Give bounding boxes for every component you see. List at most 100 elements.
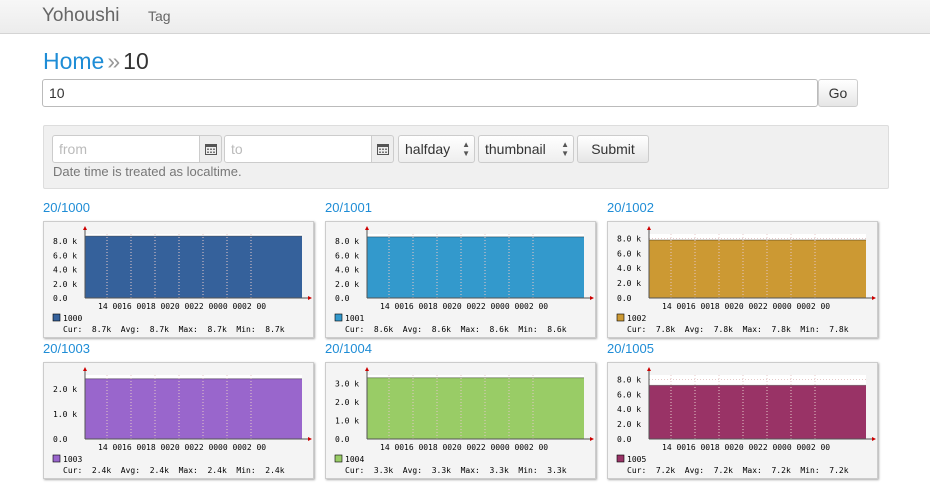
y-tick-label: 4.0 k <box>617 264 641 273</box>
search-input[interactable] <box>42 79 818 107</box>
y-tick-label: 0.0 <box>53 294 68 303</box>
y-tick-label: 0.0 <box>335 435 350 444</box>
select-arrows-icon: ▲ ▼ <box>462 140 470 158</box>
y-tick-label: 0.0 <box>335 294 350 303</box>
calendar-icon[interactable] <box>372 135 394 163</box>
submit-button[interactable]: Submit <box>577 135 649 163</box>
brand-link[interactable]: Yohoushi <box>42 5 119 27</box>
graph-chart: 0.0 2.0 k 4.0 k 6.0 k 8.0 k 14 00 16 00 18 00 20… <box>616 367 876 475</box>
graph-thumbnail[interactable]: 0.0 2.0 k 4.0 k 6.0 k 8.0 k 14 00 16 00 18 00 20… <box>607 221 878 338</box>
x-tick-label: 20 00 <box>734 443 758 452</box>
x-axis-arrow-icon <box>590 296 594 300</box>
graph-title-link[interactable]: 20/1001 <box>325 200 372 215</box>
graph-thumbnail[interactable]: 0.0 1.0 k 2.0 k 14 00 16 00 18 00 20 00 22 00 00… <box>43 362 314 479</box>
y-axis-arrow-icon <box>365 367 369 371</box>
x-tick-label: 14 00 <box>380 443 404 452</box>
y-axis-arrow-icon <box>83 367 87 371</box>
breadcrumb: Home» 10 <box>43 48 149 74</box>
y-tick-label: 8.0 k <box>335 237 359 246</box>
graph-thumbnail[interactable]: 0.0 2.0 k 4.0 k 6.0 k 8.0 k 14 00 16 00 18 00 20… <box>325 221 596 338</box>
x-tick-label: 16 00 <box>122 443 146 452</box>
x-tick-label: 14 00 <box>98 443 122 452</box>
y-tick-label: 8.0 k <box>617 234 641 243</box>
calendar-icon[interactable] <box>200 135 222 163</box>
legend-swatch <box>616 454 625 463</box>
graph-thumbnail[interactable]: 0.0 2.0 k 4.0 k 6.0 k 8.0 k 14 00 16 00 18 00 20… <box>607 362 878 479</box>
area-series <box>649 239 866 298</box>
y-tick-label: 6.0 k <box>335 251 359 260</box>
legend-label: 1000 <box>63 314 82 323</box>
legend-stats: Cur: 8.6k Avg: 8.6k Max: 8.6k Min: 8.6k <box>345 325 567 334</box>
breadcrumb-home-link[interactable]: Home <box>43 48 104 74</box>
y-tick-label: 0.0 <box>617 294 632 303</box>
y-tick-label: 6.0 k <box>617 390 641 399</box>
y-tick-label: 1.0 k <box>335 416 359 425</box>
y-tick-label: 8.0 k <box>617 375 641 384</box>
x-tick-label: 22 00 <box>758 302 782 311</box>
x-tick-label: 22 00 <box>476 302 500 311</box>
area-series <box>367 377 584 439</box>
y-tick-label: 6.0 k <box>617 249 641 258</box>
to-date-input[interactable] <box>224 135 372 163</box>
y-tick-label: 4.0 k <box>335 266 359 275</box>
y-tick-label: 2.0 k <box>53 280 77 289</box>
area-series <box>85 236 302 298</box>
legend-stats: Cur: 7.2k Avg: 7.2k Max: 7.2k Min: 7.2k <box>627 466 849 475</box>
x-axis-arrow-icon <box>308 437 312 441</box>
x-tick-label: 18 00 <box>710 443 734 452</box>
area-series <box>367 236 584 298</box>
filter-form: halfday ▲▼ thumbnail ▲▼ Submit Date time… <box>43 125 889 189</box>
x-tick-label: 18 00 <box>428 302 452 311</box>
graph-title-link[interactable]: 20/1003 <box>43 341 90 356</box>
x-tick-label: 02 00 <box>524 302 548 311</box>
x-tick-label: 02 00 <box>806 302 830 311</box>
legend-swatch <box>334 454 343 463</box>
y-tick-label: 6.0 k <box>53 251 77 260</box>
x-axis-arrow-icon <box>872 296 876 300</box>
legend-swatch <box>334 313 343 322</box>
y-tick-label: 1.0 k <box>53 410 77 419</box>
graph-thumbnail[interactable]: 0.0 2.0 k 4.0 k 6.0 k 8.0 k 14 00 16 00 18 00 20… <box>43 221 314 338</box>
x-tick-label: 20 00 <box>170 302 194 311</box>
x-tick-label: 00 00 <box>782 443 806 452</box>
breadcrumb-current: 10 <box>123 48 149 74</box>
timezone-note: Date time is treated as localtime. <box>53 164 242 179</box>
legend-stats: Cur: 7.8k Avg: 7.8k Max: 7.8k Min: 7.8k <box>627 325 849 334</box>
period-select[interactable]: halfday ▲ ▼ <box>398 135 475 163</box>
x-tick-label: 22 00 <box>194 443 218 452</box>
y-tick-label: 2.0 k <box>617 279 641 288</box>
x-tick-label: 02 00 <box>242 443 266 452</box>
x-axis-arrow-icon <box>872 437 876 441</box>
nav-tag-link[interactable]: Tag <box>148 8 171 24</box>
y-axis-arrow-icon <box>83 226 87 230</box>
graph-chart: 0.0 1.0 k 2.0 k 14 00 16 00 18 00 20 00 22 00 00… <box>52 367 312 475</box>
legend-label: 1001 <box>345 314 364 323</box>
x-tick-label: 16 00 <box>686 302 710 311</box>
graph-chart: 0.0 2.0 k 4.0 k 6.0 k 8.0 k 14 00 16 00 18 00 20… <box>334 226 594 334</box>
y-tick-label: 2.0 k <box>53 385 77 394</box>
y-tick-label: 8.0 k <box>53 237 77 246</box>
x-tick-label: 20 00 <box>734 302 758 311</box>
graph-chart: 0.0 2.0 k 4.0 k 6.0 k 8.0 k 14 00 16 00 18 00 20… <box>616 226 876 334</box>
x-tick-label: 00 00 <box>500 302 524 311</box>
x-tick-label: 16 00 <box>686 443 710 452</box>
y-axis-arrow-icon <box>647 226 651 230</box>
graph-title-link[interactable]: 20/1004 <box>325 341 372 356</box>
x-tick-label: 20 00 <box>452 302 476 311</box>
x-tick-label: 22 00 <box>758 443 782 452</box>
breadcrumb-separator: » <box>107 48 121 74</box>
legend-stats: Cur: 2.4k Avg: 2.4k Max: 2.4k Min: 2.4k <box>63 466 285 475</box>
navbar: Yohoushi Tag <box>0 0 930 34</box>
x-tick-label: 14 00 <box>662 443 686 452</box>
graph-title-link[interactable]: 20/1000 <box>43 200 90 215</box>
graph-chart: 0.0 2.0 k 4.0 k 6.0 k 8.0 k 14 00 16 00 18 00 20… <box>52 226 312 334</box>
y-axis-arrow-icon <box>647 367 651 371</box>
graph-title-link[interactable]: 20/1005 <box>607 341 654 356</box>
from-date-input[interactable] <box>52 135 200 163</box>
go-button[interactable]: Go <box>818 79 858 107</box>
size-select[interactable]: thumbnail ▲ ▼ <box>478 135 574 163</box>
graph-thumbnail[interactable]: 0.0 1.0 k 2.0 k 3.0 k 14 00 16 00 18 00 20 00 22… <box>325 362 596 479</box>
x-tick-label: 18 00 <box>146 443 170 452</box>
x-tick-label: 18 00 <box>428 443 452 452</box>
graph-title-link[interactable]: 20/1002 <box>607 200 654 215</box>
